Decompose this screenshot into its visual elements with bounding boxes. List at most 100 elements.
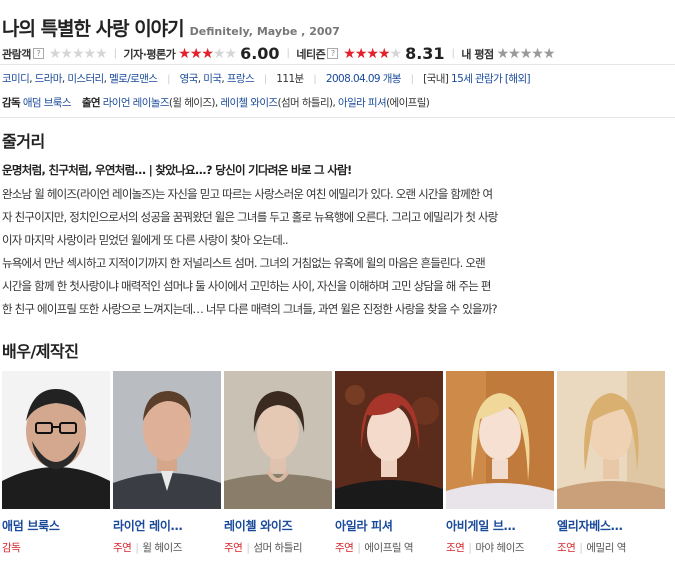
cast-card[interactable]: 애덤 브룩스 감독	[2, 371, 112, 555]
person-name[interactable]: 아일라 피셔	[335, 517, 445, 534]
rating-audience-label: 관람객	[2, 47, 31, 61]
person-photo[interactable]	[224, 371, 332, 509]
cast-role: (윌 헤이즈)	[168, 97, 216, 109]
role-kind: 주연	[113, 542, 132, 554]
cast-role: (섬머 하틀리)	[277, 97, 334, 109]
rating-netizen-label: 네티즌	[296, 47, 326, 61]
rating-netizen: 네티즌 ? ★★★★★★★★★★ 8.31	[296, 44, 444, 63]
rating-critics-label: 기자·평론가	[123, 47, 176, 61]
ratings-bar: 관람객 ? ★★★★★★★★★★ | 기자·평론가 ★★★★★★★★★★ 6.0…	[2, 44, 556, 63]
director-link[interactable]: 애덤 브룩스	[23, 97, 72, 109]
genre-link[interactable]: 코미디	[2, 73, 30, 85]
divider: |	[246, 542, 250, 554]
star-filled-icon: ★★★★★	[343, 46, 390, 61]
person-role: 감독	[2, 540, 112, 555]
rating-critics-stars: ★★★★★★★★★★	[178, 46, 237, 61]
role-kind: 주연	[224, 542, 243, 554]
cast-role: (에이프릴)	[386, 97, 430, 109]
region-label: [국내]	[423, 73, 449, 85]
help-icon[interactable]: ?	[327, 48, 339, 59]
cast-link[interactable]: 라이언 레이놀즈	[103, 97, 170, 109]
divider: |	[410, 74, 414, 85]
movie-credits: 감독 애덤 브룩스 출연 라이언 레이놀즈(윌 헤이즈), 레이첼 와이즈(섬머…	[2, 95, 430, 110]
divider: |	[263, 74, 267, 85]
person-name[interactable]: 애덤 브룩스	[2, 517, 112, 534]
divider: |	[313, 74, 317, 85]
person-role: 주연 | 에이프릴 역	[335, 540, 445, 555]
synopsis-line: 자 친구이지만, 정치인으로서의 성공을 꿈꿔왔던 윌은 그녀를 두고 홀로 뉴…	[2, 210, 498, 224]
divider: |	[167, 74, 170, 85]
role-name: 에이프릴 역	[364, 542, 414, 554]
synopsis-line: 시간을 함께 한 첫사랑이냐 매력적인 섬머냐 둘 사이에서 고민하는 사이, …	[2, 279, 491, 293]
rating-audience-stars: ★★★★★★★★★★	[49, 47, 108, 61]
age-rating-link[interactable]: 15세 관람가	[451, 73, 503, 85]
overseas-link[interactable]: [해외]	[505, 73, 531, 85]
role-kind: 감독	[2, 542, 21, 554]
rating-netizen-score: 8.31	[405, 44, 445, 63]
movie-original-title: Definitely, Maybe , 2007	[189, 25, 340, 38]
cast-heading: 배우/제작진	[2, 342, 79, 361]
country-link[interactable]: 미국	[203, 73, 222, 85]
person-name[interactable]: 레이첼 와이즈	[224, 517, 334, 534]
person-photo[interactable]	[2, 371, 110, 509]
role-kind: 조연	[557, 542, 576, 554]
movie-meta: 코미디, 드라마, 미스터리, 멜로/로맨스 | 영국, 미국, 프랑스 | 1…	[2, 71, 531, 86]
person-photo[interactable]	[113, 371, 221, 509]
person-role: 주연 | 섬머 하틀리	[224, 540, 334, 555]
cast-card[interactable]: 아비게일 브… 조연 | 마야 헤이즈	[446, 371, 556, 555]
movie-title: 나의 특별한 사랑 이야기	[2, 18, 185, 40]
divider: |	[135, 542, 139, 554]
cast-label: 출연	[81, 97, 101, 109]
synopsis-line: 이자 마지막 사랑이라 믿었던 윌에게 또 다른 사랑이 찾아 오는데..	[2, 233, 289, 247]
synopsis-line: 완소남 윌 헤이즈(라이언 레이놀즈)는 자신을 믿고 따르는 사랑스러운 여친…	[2, 187, 493, 201]
cast-link[interactable]: 아일라 피셔	[338, 97, 387, 109]
synopsis-line: 뉴욕에서 만난 섹시하고 지적이기까지 한 저널리스트 섬머. 그녀의 거침없는…	[2, 256, 486, 270]
genre-link[interactable]: 드라마	[35, 73, 63, 85]
person-role: 주연 | 윌 헤이즈	[113, 540, 223, 555]
divider: |	[468, 542, 472, 554]
rating-mine-label: 내 평점	[461, 47, 494, 61]
star-filled-icon: ★★★★★	[178, 46, 213, 61]
divider: |	[451, 48, 455, 59]
person-photo[interactable]	[557, 371, 665, 509]
person-photo[interactable]	[335, 371, 443, 509]
director-label: 감독	[2, 97, 21, 109]
help-icon[interactable]: ?	[32, 48, 44, 59]
rating-mine[interactable]: 내 평점 ★★★★★ ★★★★★	[461, 46, 556, 62]
person-name[interactable]: 아비게일 브…	[446, 517, 556, 534]
role-name: 윌 헤이즈	[142, 542, 182, 554]
rating-netizen-stars: ★★★★★★★★★★	[343, 46, 402, 61]
synopsis-text: 완소남 윌 헤이즈(라이언 레이놀즈)는 자신을 믿고 따르는 사랑스러운 여친…	[2, 183, 667, 321]
divider-line	[0, 117, 675, 118]
country-link[interactable]: 영국	[180, 73, 199, 85]
person-name[interactable]: 엘리자베스…	[557, 517, 667, 534]
runtime: 111분	[276, 73, 304, 85]
movie-title-row: 나의 특별한 사랑 이야기 Definitely, Maybe , 2007	[2, 14, 340, 41]
person-photo[interactable]	[446, 371, 554, 509]
role-name: 섬머 하틀리	[253, 542, 303, 554]
genre-link[interactable]: 멜로/로맨스	[109, 73, 158, 85]
country-link[interactable]: 프랑스	[227, 73, 255, 85]
role-name: 마야 헤이즈	[475, 542, 525, 554]
cast-link[interactable]: 레이첼 와이즈	[220, 97, 278, 109]
cast-card[interactable]: 아일라 피셔 주연 | 에이프릴 역	[335, 371, 445, 555]
release-date-link[interactable]: 2008.04.09 개봉	[326, 73, 402, 85]
person-name[interactable]: 라이언 레이…	[113, 517, 223, 534]
genre-link[interactable]: 미스터리	[67, 73, 104, 85]
role-name: 에밀리 역	[586, 542, 626, 554]
divider: |	[113, 48, 117, 59]
cast-card[interactable]: 레이첼 와이즈 주연 | 섬머 하틀리	[224, 371, 334, 555]
cast-card[interactable]: 엘리자베스… 조연 | 에밀리 역	[557, 371, 667, 555]
rating-audience: 관람객 ? ★★★★★★★★★★	[2, 46, 108, 62]
rating-mine-stars[interactable]: ★★★★★ ★★★★★	[497, 47, 556, 61]
divider: |	[357, 542, 361, 554]
cast-card[interactable]: 라이언 레이… 주연 | 윌 헤이즈	[113, 371, 223, 555]
synopsis-line: 한 친구 에이프릴 또한 사랑으로 느껴지는데… 너무 다른 매력의 그녀들, …	[2, 302, 498, 316]
cast-list: 애덤 브룩스 감독 라이언 레이… 주연 | 윌 헤이즈 레이첼 와이즈 주연 …	[2, 371, 668, 555]
synopsis-heading: 줄거리	[2, 132, 45, 151]
divider-line	[0, 64, 675, 65]
person-role: 조연 | 에밀리 역	[557, 540, 667, 555]
role-kind: 주연	[335, 542, 354, 554]
role-kind: 조연	[446, 542, 465, 554]
divider: |	[286, 48, 290, 59]
